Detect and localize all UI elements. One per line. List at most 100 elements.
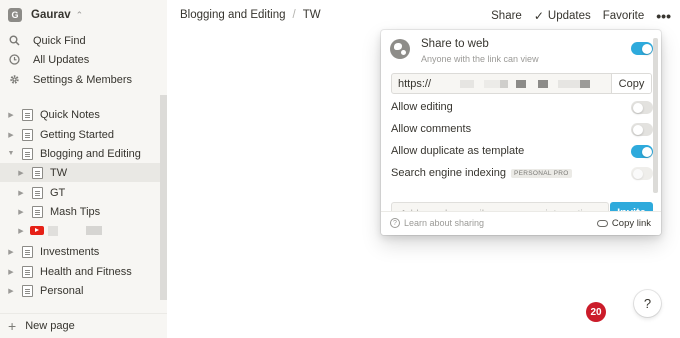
redacted-text	[460, 80, 474, 88]
redacted-text	[538, 80, 548, 88]
collapse-arrow-icon[interactable]: ▼	[6, 150, 16, 157]
breadcrumb-parent[interactable]: Blogging and Editing	[180, 9, 286, 21]
popup-scrollbar[interactable]	[653, 38, 658, 193]
page-label: Health and Fitness	[40, 265, 132, 278]
sidebar-page-personal[interactable]: ▶ Personal	[0, 281, 160, 300]
link-icon	[596, 220, 608, 227]
share-popup: Share to web Anyone with the link can vi…	[381, 30, 661, 235]
page-icon	[32, 166, 43, 179]
copy-url-button[interactable]: Copy	[611, 74, 651, 93]
redacted-text	[484, 80, 500, 88]
page-icon	[22, 128, 33, 141]
share-to-web-subtitle: Anyone with the link can view	[421, 54, 539, 64]
redacted-text	[580, 80, 590, 88]
redacted-text	[558, 80, 580, 88]
chevron-updown-icon: ⌃	[75, 9, 84, 20]
expand-arrow-icon[interactable]: ▶	[16, 227, 26, 235]
page-label: TW	[50, 166, 68, 179]
page-icon	[22, 108, 33, 121]
sidebar-page-mash-tips[interactable]: ▶ Mash Tips	[0, 202, 160, 221]
expand-arrow-icon[interactable]: ▶	[16, 208, 26, 216]
redacted-text	[516, 80, 526, 88]
breadcrumb-current[interactable]: TW	[303, 9, 321, 21]
share-to-web-toggle[interactable]	[631, 42, 653, 55]
redacted-text	[86, 226, 102, 235]
search-icon	[8, 35, 20, 47]
help-button[interactable]: ?	[634, 290, 661, 317]
allow-duplicate-row: Allow duplicate as template	[391, 145, 524, 157]
copy-link-label: Copy link	[611, 218, 651, 229]
copy-link-button[interactable]: Copy link	[596, 218, 651, 229]
clock-icon	[8, 54, 20, 66]
page-label: Quick Notes	[40, 108, 100, 121]
sidebar-page-youtube[interactable]: ▶	[0, 221, 160, 240]
globe-icon	[390, 39, 410, 59]
learn-label: Learn about sharing	[404, 218, 485, 228]
page-icon	[22, 147, 33, 160]
option-label: Allow comments	[391, 123, 472, 135]
more-options-icon[interactable]: •••	[656, 8, 671, 24]
workspace-switcher[interactable]: G Gaurav ⌃	[0, 0, 167, 30]
sidebar-all-updates[interactable]: All Updates	[0, 50, 167, 69]
expand-arrow-icon[interactable]: ▶	[6, 248, 16, 256]
breadcrumb-separator: /	[292, 9, 296, 21]
expand-arrow-icon[interactable]: ▶	[16, 169, 26, 177]
page-label: GT	[50, 186, 66, 199]
expand-arrow-icon[interactable]: ▶	[6, 268, 16, 276]
topbar-actions: Share ✓ Updates Favorite •••	[491, 8, 680, 24]
expand-arrow-icon[interactable]: ▶	[16, 189, 26, 197]
page-icon	[32, 205, 43, 218]
allow-editing-row: Allow editing	[391, 101, 453, 113]
sidebar-page-health[interactable]: ▶ Health and Fitness	[0, 262, 160, 281]
gear-icon	[8, 74, 20, 86]
sidebar-page-getting-started[interactable]: ▶ Getting Started	[0, 125, 160, 144]
share-button[interactable]: Share	[491, 10, 522, 22]
allow-comments-toggle[interactable]	[631, 123, 653, 136]
updates-button[interactable]: Updates	[548, 10, 591, 22]
question-icon: ?	[390, 218, 400, 228]
allow-editing-toggle[interactable]	[631, 101, 653, 114]
workspace-name: Gaurav	[31, 9, 71, 21]
page-icon	[22, 265, 33, 278]
sidebar-page-blogging[interactable]: ▼ Blogging and Editing	[0, 144, 160, 163]
notification-badge[interactable]: 20	[586, 302, 606, 322]
share-popup-footer: ? Learn about sharing Copy link	[381, 211, 661, 235]
checkmark-icon: ✓	[533, 9, 544, 23]
learn-about-sharing-link[interactable]: ? Learn about sharing	[390, 218, 484, 228]
workspace-avatar: G	[8, 8, 22, 22]
sidebar-quick-find[interactable]: Quick Find	[0, 31, 167, 50]
plus-icon: +	[8, 318, 17, 334]
sidebar-page-tw[interactable]: ▶ TW	[0, 163, 160, 182]
sidebar-page-gt[interactable]: ▶ GT	[0, 183, 160, 202]
favorite-button[interactable]: Favorite	[603, 10, 645, 22]
expand-arrow-icon[interactable]: ▶	[6, 111, 16, 119]
page-label: Blogging and Editing	[40, 147, 141, 160]
page-label: Investments	[40, 245, 100, 258]
breadcrumb: Blogging and Editing / TW	[180, 9, 321, 21]
share-to-web-title: Share to web	[421, 38, 489, 50]
sidebar-scrollbar[interactable]	[160, 95, 167, 300]
search-indexing-toggle[interactable]	[631, 167, 653, 180]
search-indexing-row: Search engine indexing PERSONAL PRO	[391, 167, 572, 179]
sidebar-page-investments[interactable]: ▶ Investments	[0, 242, 160, 261]
share-url-text: https://	[398, 77, 432, 90]
share-url-field[interactable]: https:// Copy	[391, 73, 652, 94]
option-label: Search engine indexing	[391, 167, 506, 179]
new-page-button[interactable]: + New page	[0, 313, 167, 338]
page-icon	[32, 186, 43, 199]
page-icon	[22, 245, 33, 258]
allow-duplicate-toggle[interactable]	[631, 145, 653, 158]
sidebar-page-quick-notes[interactable]: ▶ Quick Notes	[0, 105, 160, 124]
expand-arrow-icon[interactable]: ▶	[6, 131, 16, 139]
sidebar-link-label: Quick Find	[33, 34, 86, 47]
redacted-text	[48, 225, 58, 236]
allow-comments-row: Allow comments	[391, 123, 471, 135]
expand-arrow-icon[interactable]: ▶	[6, 287, 16, 295]
page-icon	[22, 284, 33, 297]
sidebar-link-label: All Updates	[33, 53, 90, 66]
page-label: Getting Started	[40, 128, 114, 141]
sidebar: G Gaurav ⌃ Quick Find All Updates Settin…	[0, 0, 167, 338]
sidebar-settings[interactable]: Settings & Members	[0, 70, 167, 89]
redacted-text	[500, 80, 508, 88]
personal-pro-badge: PERSONAL PRO	[510, 168, 572, 178]
